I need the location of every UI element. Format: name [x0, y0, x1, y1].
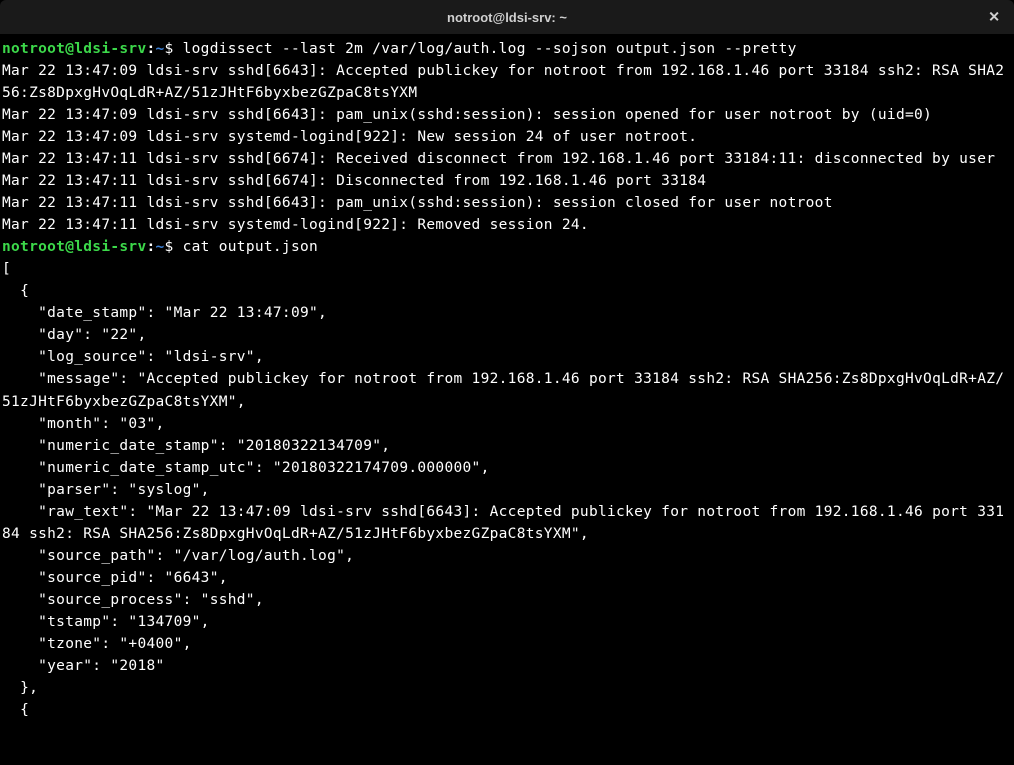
terminal-content[interactable]: notroot@ldsi-srv:~$ logdissect --last 2m… — [0, 34, 1014, 725]
json-line: "log_source": "ldsi-srv", — [2, 346, 1012, 368]
json-line: "source_process": "sshd", — [2, 589, 1012, 611]
json-line: "year": "2018" — [2, 655, 1012, 677]
window-title: notroot@ldsi-srv: ~ — [447, 10, 567, 25]
prompt-colon: : — [146, 239, 155, 255]
json-line: "tstamp": "134709", — [2, 611, 1012, 633]
prompt-dollar: $ — [165, 41, 183, 57]
close-icon[interactable]: ✕ — [982, 7, 1006, 28]
command-line-2: notroot@ldsi-srv:~$ cat output.json — [2, 236, 1012, 258]
json-line: "day": "22", — [2, 324, 1012, 346]
prompt-user-host: notroot@ldsi-srv — [2, 239, 146, 255]
json-line: "message": "Accepted publickey for notro… — [2, 368, 1012, 412]
json-line: { — [2, 699, 1012, 721]
prompt-user-host: notroot@ldsi-srv — [2, 41, 146, 57]
window-titlebar: notroot@ldsi-srv: ~ ✕ — [0, 0, 1014, 34]
command-text: cat output.json — [183, 239, 318, 255]
json-line: "source_path": "/var/log/auth.log", — [2, 545, 1012, 567]
output-line: Mar 22 13:47:11 ldsi-srv sshd[6674]: Rec… — [2, 148, 1012, 170]
prompt-path: ~ — [156, 41, 165, 57]
json-line: "month": "03", — [2, 413, 1012, 435]
json-line: "numeric_date_stamp_utc": "2018032217470… — [2, 457, 1012, 479]
output-line: Mar 22 13:47:09 ldsi-srv sshd[6643]: pam… — [2, 104, 1012, 126]
output-line: Mar 22 13:47:11 ldsi-srv sshd[6674]: Dis… — [2, 170, 1012, 192]
json-line: }, — [2, 677, 1012, 699]
json-line: "parser": "syslog", — [2, 479, 1012, 501]
command-text: logdissect --last 2m /var/log/auth.log -… — [183, 41, 797, 57]
prompt-dollar: $ — [165, 239, 183, 255]
output-line: Mar 22 13:47:09 ldsi-srv systemd-logind[… — [2, 126, 1012, 148]
json-line: "numeric_date_stamp": "20180322134709", — [2, 435, 1012, 457]
json-line: "date_stamp": "Mar 22 13:47:09", — [2, 302, 1012, 324]
prompt-colon: : — [146, 41, 155, 57]
output-line: Mar 22 13:47:09 ldsi-srv sshd[6643]: Acc… — [2, 60, 1012, 104]
json-line: { — [2, 280, 1012, 302]
json-line: "tzone": "+0400", — [2, 633, 1012, 655]
command-line-1: notroot@ldsi-srv:~$ logdissect --last 2m… — [2, 38, 1012, 60]
output-line: Mar 22 13:47:11 ldsi-srv sshd[6643]: pam… — [2, 192, 1012, 214]
prompt-path: ~ — [156, 239, 165, 255]
output-line: Mar 22 13:47:11 ldsi-srv systemd-logind[… — [2, 214, 1012, 236]
json-line: [ — [2, 258, 1012, 280]
json-line: "raw_text": "Mar 22 13:47:09 ldsi-srv ss… — [2, 501, 1012, 545]
json-line: "source_pid": "6643", — [2, 567, 1012, 589]
